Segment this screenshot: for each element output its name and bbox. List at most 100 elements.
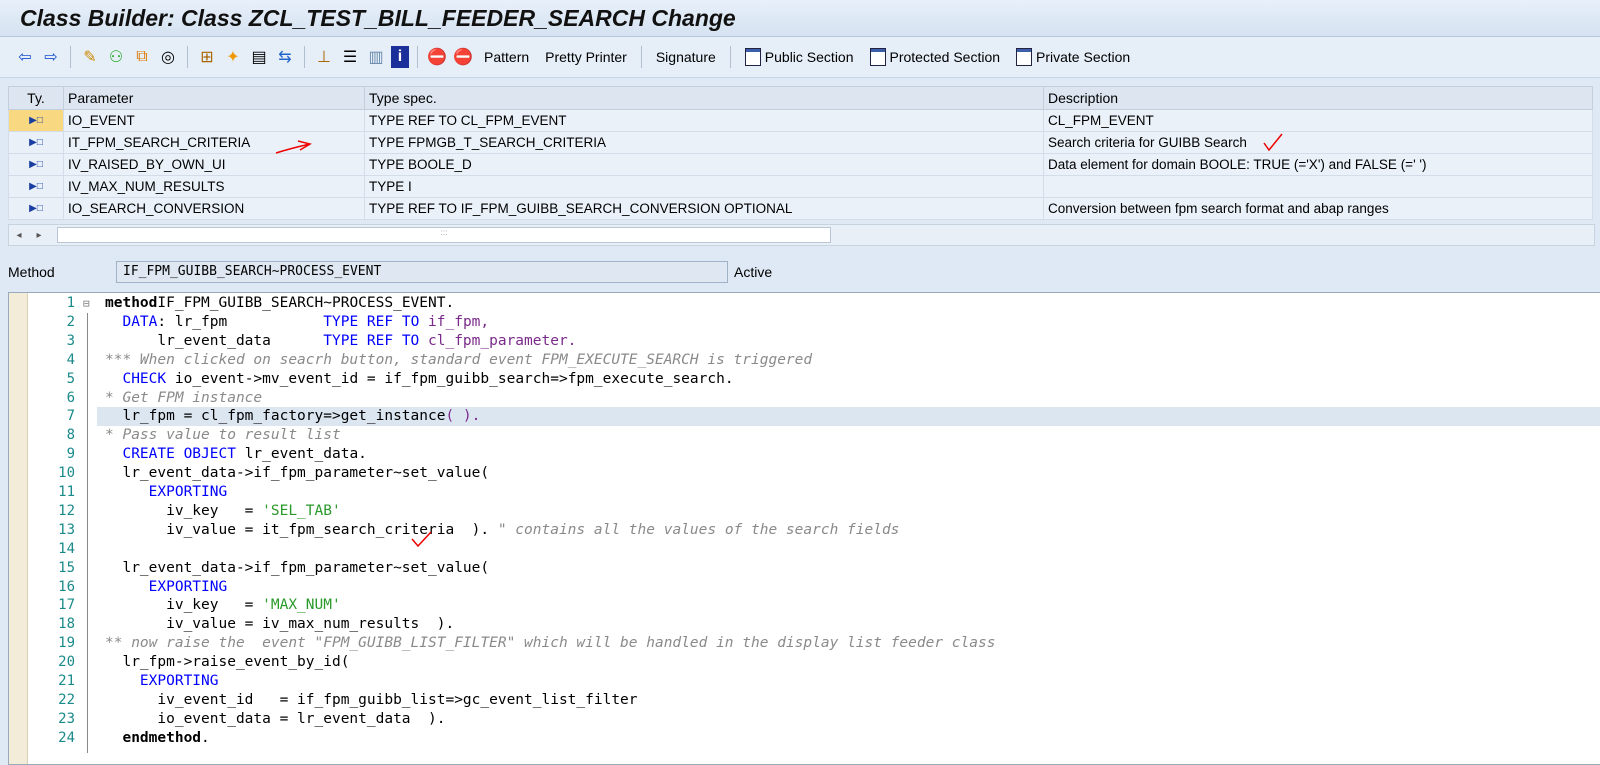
code-line[interactable]: 20 lr_fpm->raise_event_by_id( bbox=[27, 653, 1600, 672]
method-name-field[interactable]: IF_FPM_GUIBB_SEARCH~PROCESS_EVENT bbox=[116, 261, 728, 283]
hierarchy-icon[interactable]: ⊥ bbox=[313, 46, 335, 68]
code-line[interactable]: 16 EXPORTING bbox=[27, 578, 1600, 597]
col-header-type-spec[interactable]: Type spec. bbox=[364, 86, 1044, 110]
protected-section-button[interactable]: Protected Section bbox=[862, 48, 1009, 66]
code-editor[interactable]: 1 ⊟ methodIF_FPM_GUIBB_SEARCH~PROCESS_EVEN… bbox=[8, 292, 1600, 765]
code-text: CHECK io_event->mv_event_id = if_fpm_gui… bbox=[97, 370, 1600, 389]
importing-icon: ▶□ bbox=[8, 153, 64, 176]
display-change-icon[interactable]: ✎ bbox=[79, 46, 101, 68]
code-line[interactable]: 3 lr_event_data TYPE REF TO cl_fpm_param… bbox=[27, 332, 1600, 351]
description-cell[interactable]: Conversion between fpm search format and… bbox=[1043, 197, 1593, 220]
code-token: CHECK bbox=[122, 370, 167, 387]
type-spec-cell[interactable]: TYPE REF TO IF_FPM_GUIBB_SEARCH_CONVERSI… bbox=[364, 197, 1044, 220]
parameter-cell[interactable]: IO_EVENT bbox=[63, 109, 365, 132]
signature-button[interactable]: Signature bbox=[648, 49, 724, 65]
code-text: EXPORTING bbox=[97, 578, 1600, 597]
importing-icon: ▶□ bbox=[8, 175, 64, 198]
code-line[interactable]: 10 lr_event_data->if_fpm_parameter~set_v… bbox=[27, 464, 1600, 483]
code-text: ** now raise the event "FPM_GUIBB_LIST_F… bbox=[97, 634, 1600, 653]
breakpoint-icon[interactable]: ⛔ bbox=[426, 46, 448, 68]
table-row[interactable]: ▶□ IO_SEARCH_CONVERSION TYPE REF TO IF_F… bbox=[8, 197, 1593, 220]
line-number: 5 bbox=[66, 370, 75, 387]
code-line[interactable]: 13 iv_value = it_fpm_search_criteria ). … bbox=[27, 521, 1600, 540]
code-token: lr_event_data. bbox=[235, 446, 367, 463]
forward-icon[interactable]: ⇨ bbox=[40, 46, 62, 68]
scroll-right-icon[interactable]: ▸ bbox=[29, 230, 49, 241]
parameter-cell[interactable]: IT_FPM_SEARCH_CRITERIA bbox=[63, 131, 365, 154]
code-line[interactable]: 15 lr_event_data->if_fpm_parameter~set_v… bbox=[27, 559, 1600, 578]
public-section-button[interactable]: Public Section bbox=[737, 48, 862, 66]
code-line[interactable]: 21 EXPORTING bbox=[27, 672, 1600, 691]
code-line[interactable]: 4 *** When clicked on seacrh button, stan… bbox=[27, 351, 1600, 370]
table-row[interactable]: ▶□ IO_EVENT TYPE REF TO CL_FPM_EVENT CL_… bbox=[8, 109, 1593, 132]
method-row: Method IF_FPM_GUIBB_SEARCH~PROCESS_EVENT… bbox=[0, 260, 1600, 284]
code-line[interactable]: 18 iv_value = iv_max_num_results ). bbox=[27, 615, 1600, 634]
type-spec-cell[interactable]: TYPE REF TO CL_FPM_EVENT bbox=[364, 109, 1044, 132]
code-text: io_event_data = lr_event_data ). bbox=[97, 710, 1600, 729]
activate-icon[interactable]: ⧉ bbox=[131, 46, 153, 68]
description-cell[interactable]: Data element for domain BOOLE: TRUE (='X… bbox=[1043, 153, 1593, 176]
code-line[interactable]: 2 DATA: lr_fpm TYPE REF TO if_fpm, bbox=[27, 313, 1600, 332]
private-section-button[interactable]: Private Section bbox=[1008, 48, 1138, 66]
pattern-button[interactable]: Pattern bbox=[476, 49, 537, 65]
navigate-icon[interactable]: ✦ bbox=[222, 46, 244, 68]
table-row[interactable]: ▶□ IV_MAX_NUM_RESULTS TYPE I bbox=[8, 175, 1593, 198]
col-header-type[interactable]: Ty. bbox=[8, 86, 64, 110]
scroll-thumb[interactable]: ::: bbox=[57, 227, 831, 243]
horizontal-scrollbar[interactable]: ◂ ▸ ::: bbox=[8, 224, 1595, 246]
pretty-printer-button[interactable]: Pretty Printer bbox=[537, 49, 635, 65]
code-line[interactable]: 12 iv_key = 'SEL_TAB' bbox=[27, 502, 1600, 521]
col-header-parameter[interactable]: Parameter bbox=[63, 86, 365, 110]
col-header-description[interactable]: Description bbox=[1043, 86, 1593, 110]
check-icon[interactable]: ⚇ bbox=[105, 46, 127, 68]
description-cell[interactable]: CL_FPM_EVENT bbox=[1043, 109, 1593, 132]
code-token: 'MAX_NUM' bbox=[262, 597, 341, 614]
table-row[interactable]: ▶□ IV_RAISED_BY_OWN_UI TYPE BOOLE_D Data… bbox=[8, 153, 1593, 176]
user-breakpoint-icon[interactable]: ⛔ bbox=[452, 46, 474, 68]
code-line[interactable]: 5 CHECK io_event->mv_event_id = if_fpm_g… bbox=[27, 370, 1600, 389]
type-spec-cell[interactable]: TYPE BOOLE_D bbox=[364, 153, 1044, 176]
description-cell[interactable]: Search criteria for GUIBB Search bbox=[1043, 131, 1593, 154]
code-token: . bbox=[201, 729, 210, 746]
where-used-icon[interactable]: ◎ bbox=[157, 46, 179, 68]
code-text: lr_fpm->raise_event_by_id( bbox=[97, 653, 1600, 672]
code-line[interactable]: 9 CREATE OBJECT lr_event_data. bbox=[27, 445, 1600, 464]
stack-icon[interactable]: ☰ bbox=[339, 46, 361, 68]
display-object-icon[interactable]: ▤ bbox=[248, 46, 270, 68]
code-line[interactable]: 17 iv_key = 'MAX_NUM' bbox=[27, 596, 1600, 615]
code-line[interactable]: 1 ⊟ methodIF_FPM_GUIBB_SEARCH~PROCESS_EVEN… bbox=[27, 294, 1600, 313]
scroll-left-icon[interactable]: ◂ bbox=[9, 230, 29, 241]
table-row[interactable]: ▶□ IT_FPM_SEARCH_CRITERIA TYPE FPMGB_T_S… bbox=[8, 131, 1593, 154]
back-icon[interactable]: ⇦ bbox=[14, 46, 36, 68]
code-line[interactable]: 6 * Get FPM instance bbox=[27, 389, 1600, 408]
type-spec-cell[interactable]: TYPE FPMGB_T_SEARCH_CRITERIA bbox=[364, 131, 1044, 154]
code-line[interactable]: 19 ** now raise the event "FPM_GUIBB_LIST… bbox=[27, 634, 1600, 653]
code-line[interactable]: 23 io_event_data = lr_event_data ). bbox=[27, 710, 1600, 729]
code-line[interactable]: 22 iv_event_id = if_fpm_guibb_list=>gc_e… bbox=[27, 691, 1600, 710]
line-number: 16 bbox=[58, 578, 75, 595]
line-number: 17 bbox=[58, 597, 75, 614]
code-line[interactable]: 14 bbox=[27, 540, 1600, 559]
other-object-icon[interactable]: ⇆ bbox=[274, 46, 296, 68]
code-line[interactable]: 7 lr_fpm = cl_fpm_factory=>get_instance(… bbox=[27, 407, 1600, 427]
layout-icon[interactable]: ▥ bbox=[365, 46, 387, 68]
code-token: lr_fpm = cl_fpm_factory=>get_instance bbox=[105, 408, 446, 425]
toolbar: ⇦ ⇨ ✎ ⚇ ⧉ ◎ ⊞ ✦ ▤ ⇆ ⊥ ☰ ▥ i ⛔ ⛔ Pattern … bbox=[0, 37, 1600, 78]
description-cell[interactable] bbox=[1043, 175, 1593, 198]
collapse-icon[interactable]: ⊟ bbox=[83, 294, 95, 313]
code-line[interactable]: 8 * Pass value to result list bbox=[27, 426, 1600, 445]
code-token: cl_fpm_parameter. bbox=[419, 332, 577, 349]
parameter-cell[interactable]: IV_RAISED_BY_OWN_UI bbox=[63, 153, 365, 176]
type-spec-cell[interactable]: TYPE I bbox=[364, 175, 1044, 198]
code-line[interactable]: 11 EXPORTING bbox=[27, 483, 1600, 502]
object-list-icon[interactable]: ⊞ bbox=[196, 46, 218, 68]
code-token: lr_event_data->if_fpm_parameter~set_valu… bbox=[105, 559, 490, 576]
info-icon[interactable]: i bbox=[391, 46, 409, 68]
code-line[interactable]: 24 endmethod. bbox=[27, 729, 1600, 748]
parameter-cell[interactable]: IO_SEARCH_CONVERSION bbox=[63, 197, 365, 220]
parameter-cell[interactable]: IV_MAX_NUM_RESULTS bbox=[63, 175, 365, 198]
public-section-label: Public Section bbox=[764, 49, 854, 65]
document-icon bbox=[1016, 48, 1033, 66]
